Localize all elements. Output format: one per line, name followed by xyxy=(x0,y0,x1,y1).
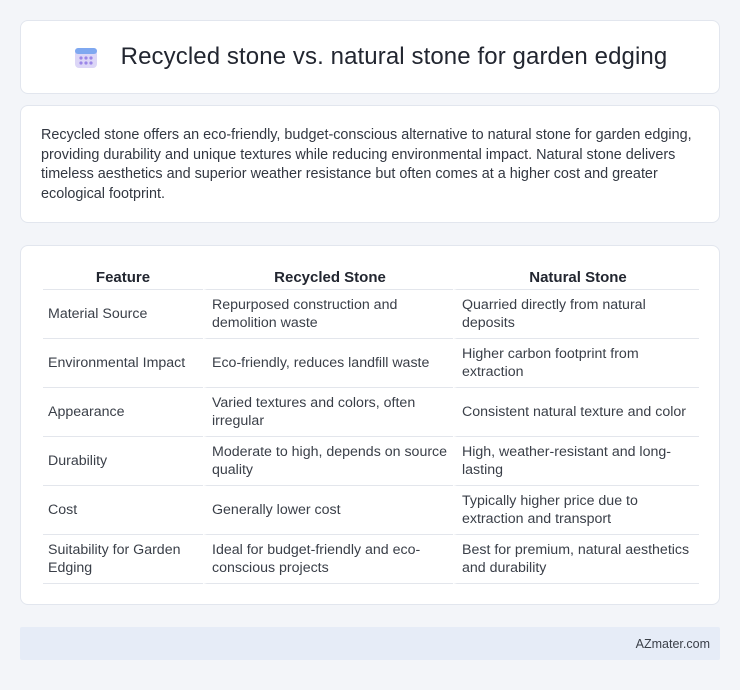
feature-cell: Cost xyxy=(43,486,203,535)
calendar-icon xyxy=(73,44,99,70)
table-row: Cost Generally lower cost Typically high… xyxy=(43,486,699,535)
summary-text: Recycled stone offers an eco-friendly, b… xyxy=(41,127,692,202)
footer: AZmater.com xyxy=(20,627,720,660)
natural-cell: Best for premium, natural aesthetics and… xyxy=(453,535,699,584)
recycled-cell: Generally lower cost xyxy=(203,486,453,535)
natural-cell: Quarried directly from natural deposits xyxy=(453,290,699,339)
table-header-row: Feature Recycled Stone Natural Stone xyxy=(43,264,699,290)
comparison-table-card: Feature Recycled Stone Natural Stone Mat… xyxy=(20,245,720,605)
recycled-cell: Eco-friendly, reduces landfill waste xyxy=(203,339,453,388)
table-row: Environmental Impact Eco-friendly, reduc… xyxy=(43,339,699,388)
natural-cell: High, weather-resistant and long-lasting xyxy=(453,437,699,486)
header-recycled-stone: Recycled Stone xyxy=(203,264,453,290)
table-row: Durability Moderate to high, depends on … xyxy=(43,437,699,486)
recycled-cell: Moderate to high, depends on source qual… xyxy=(203,437,453,486)
recycled-cell: Repurposed construction and demolition w… xyxy=(203,290,453,339)
natural-cell: Consistent natural texture and color xyxy=(453,388,699,437)
title-card: Recycled stone vs. natural stone for gar… xyxy=(20,20,720,94)
page-title: Recycled stone vs. natural stone for gar… xyxy=(120,43,668,70)
recycled-cell: Ideal for budget-friendly and eco-consci… xyxy=(203,535,453,584)
natural-cell: Typically higher price due to extraction… xyxy=(453,486,699,535)
feature-cell: Suitability for Garden Edging xyxy=(43,535,203,584)
natural-cell: Higher carbon footprint from extraction xyxy=(453,339,699,388)
footer-brand: AZmater.com xyxy=(635,636,710,651)
table-row: Appearance Varied textures and colors, o… xyxy=(43,388,699,437)
table-row: Suitability for Garden Edging Ideal for … xyxy=(43,535,699,584)
feature-cell: Appearance xyxy=(43,388,203,437)
feature-cell: Environmental Impact xyxy=(43,339,203,388)
feature-cell: Material Source xyxy=(43,290,203,339)
summary-card: Recycled stone offers an eco-friendly, b… xyxy=(20,105,720,223)
feature-cell: Durability xyxy=(43,437,203,486)
header-natural-stone: Natural Stone xyxy=(453,264,699,290)
recycled-cell: Varied textures and colors, often irregu… xyxy=(203,388,453,437)
comparison-table: Feature Recycled Stone Natural Stone Mat… xyxy=(43,264,699,584)
table-row: Material Source Repurposed construction … xyxy=(43,290,699,339)
header-feature: Feature xyxy=(43,264,203,290)
